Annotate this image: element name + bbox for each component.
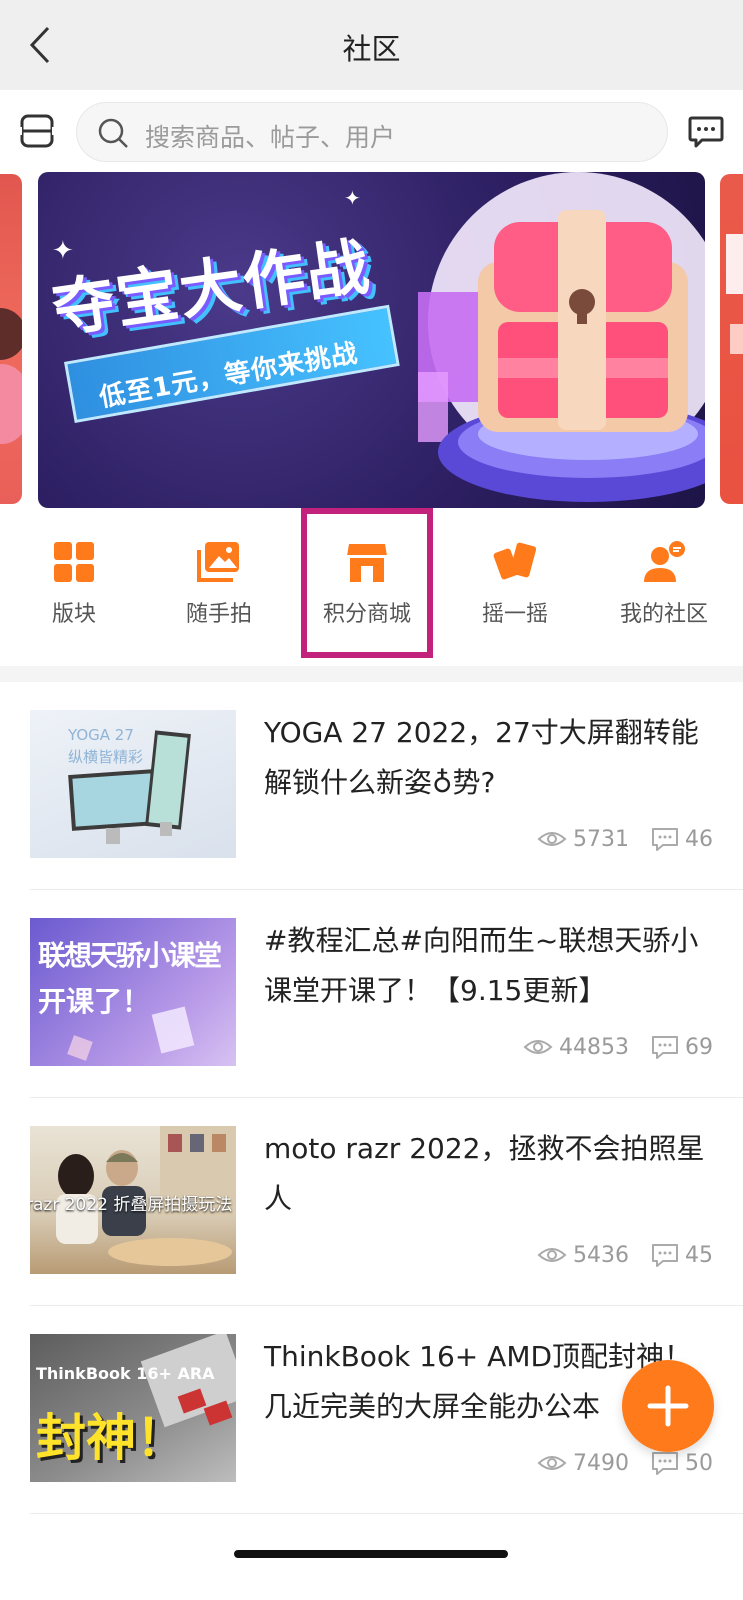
comment-count: 45 [685,1242,713,1268]
list-item[interactable]: YOGA 27 纵横皆精彩 YOGA 27 2022，27寸大屏翻转能解锁什么新… [0,682,743,890]
post-thumbnail: ThinkBook 16+ ARA 封神！ [30,1334,236,1482]
post-title: #教程汇总#向阳而生~联想天骄小课堂开课了！【9.15更新】 [264,924,699,1007]
eye-icon [523,1040,553,1054]
section-divider [0,666,743,682]
plus-icon [647,1385,689,1427]
eye-icon [537,832,567,846]
search-input[interactable]: 搜索商品、帖子、用户 [76,102,668,162]
home-indicator[interactable] [234,1550,508,1558]
treasure-chest-illustration [418,172,705,502]
post-stats: 7490 50 [537,1448,713,1478]
thumbnail-caption: ThinkBook 16+ ARA [36,1364,215,1383]
post-stats: 44853 69 [523,1032,713,1062]
comment-icon [652,828,678,851]
cards-icon [493,542,537,580]
view-count: 44853 [559,1034,629,1060]
banner-slide-prev[interactable] [0,174,22,504]
title-bar: 社区 [0,0,743,90]
comment-count: 50 [685,1450,713,1476]
comment-icon [652,1244,678,1267]
view-count: 5436 [573,1242,629,1268]
highlight-box [301,508,433,658]
category-item-shake[interactable]: 摇一摇 [441,508,589,658]
scan-button[interactable] [18,112,56,150]
thumbnail-caption: 封神！ [36,1409,186,1467]
category-label: 我的社区 [619,602,708,627]
list-item[interactable]: razr 2022 折叠屏拍摄玩法 moto razr 2022，拯救不会拍照星… [0,1098,743,1306]
category-item-snapshot[interactable]: 随手拍 [145,508,293,658]
grid-icon [54,542,94,582]
post-stats: 5436 45 [537,1240,713,1270]
thumbnail-caption: razr 2022 折叠屏拍摄玩法 [30,1195,233,1215]
row-divider [30,1513,743,1514]
post-title: YOGA 27 2022，27寸大屏翻转能解锁什么新姿♁势? [264,716,699,799]
photo-icon [197,542,239,582]
view-count: 5731 [573,826,629,852]
post-title: moto razr 2022，拯救不会拍照星人 [264,1132,705,1215]
view-count: 7490 [573,1450,629,1476]
category-label: 版块 [51,602,96,627]
eye-icon [537,1248,567,1262]
comment-count: 69 [685,1034,713,1060]
post-thumbnail: razr 2022 折叠屏拍摄玩法 [30,1126,236,1274]
list-item[interactable]: 联想天骄小课堂 开课了！ #教程汇总#向阳而生~联想天骄小课堂开课了！【9.15… [0,890,743,1098]
category-label: 摇一摇 [481,602,548,627]
sparkle-icon: ✦ [344,186,361,210]
category-item-my-community[interactable]: 我的社区 [590,508,738,658]
comment-icon [652,1452,678,1475]
post-stats: 5731 46 [537,824,713,854]
user-chat-icon [644,541,685,582]
comment-count: 46 [685,826,713,852]
eye-icon [537,1456,567,1470]
chat-icon [688,116,724,148]
banner-slide[interactable]: ✦ ✦ 夺宝大作战 低至1元，等你来挑战 [38,172,705,508]
banner-carousel: ✦ ✦ 夺宝大作战 低至1元，等你来挑战 [0,172,743,508]
post-thumbnail: 联想天骄小课堂 开课了！ [30,918,236,1066]
comment-icon [652,1036,678,1059]
banner-slide-next[interactable] [720,174,743,504]
search-bar-row: 搜索商品、帖子、用户 [0,90,743,172]
category-nav: 版块 随手拍 积分商城 摇一摇 我的社区 [0,508,743,664]
search-placeholder: 搜索商品、帖子、用户 [145,123,396,152]
new-post-button[interactable] [622,1360,714,1452]
search-icon [98,118,128,148]
category-label: 随手拍 [185,602,252,627]
message-button[interactable] [686,112,726,152]
post-thumbnail: YOGA 27 纵横皆精彩 [30,710,236,858]
category-item-board[interactable]: 版块 [0,508,148,658]
page-title: 社区 [342,32,401,66]
scan-icon [18,114,56,148]
